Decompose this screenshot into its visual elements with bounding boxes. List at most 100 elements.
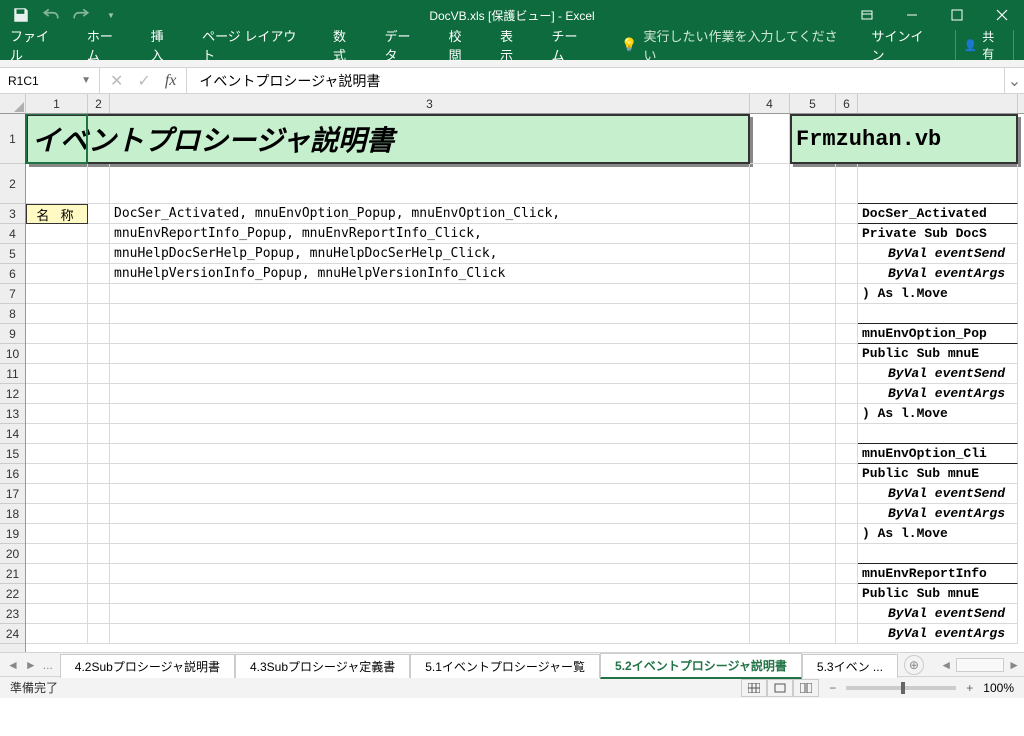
cell[interactable] [836,204,858,224]
close-button[interactable] [979,0,1024,30]
cell[interactable] [110,424,750,444]
cell[interactable] [26,324,88,344]
cell[interactable] [836,364,858,384]
cell[interactable] [110,564,750,584]
view-page-layout-icon[interactable] [767,679,793,697]
cell[interactable] [790,224,836,244]
cell-code[interactable]: ByVal eventArgs [858,624,1018,644]
zoom-level[interactable]: 100% [983,681,1014,695]
redo-icon[interactable] [72,6,90,24]
row-header[interactable]: 13 [0,404,25,424]
tab-insert[interactable]: 挿入 [151,26,176,64]
cell[interactable] [790,584,836,604]
cell[interactable] [88,564,110,584]
row-header[interactable]: 10 [0,344,25,364]
cell[interactable]: mnuEnvReportInfo_Popup, mnuEnvReportInfo… [110,224,750,244]
cell[interactable] [88,204,110,224]
cell[interactable] [750,404,790,424]
cells-area[interactable]: イベントプロシージャ説明書 Frmzuhan.vb 名 称 [26,114,1024,652]
cell[interactable] [858,424,1018,444]
sheet-tab[interactable]: 4.3Subプロシージャ定義書 [235,654,410,678]
cell[interactable] [790,504,836,524]
col-header[interactable]: 3 [110,94,750,113]
cell[interactable] [88,584,110,604]
sheet-nav-next-icon[interactable]: ► [24,658,38,672]
cell[interactable] [790,284,836,304]
cell[interactable] [750,304,790,324]
cell[interactable]: DocSer_Activated, mnuEnvOption_Popup, mn… [110,204,750,224]
cell[interactable] [836,384,858,404]
cell[interactable] [88,404,110,424]
cell[interactable] [750,464,790,484]
cell[interactable] [790,544,836,564]
row-header[interactable]: 18 [0,504,25,524]
cell[interactable] [750,164,790,204]
col-header[interactable] [858,94,1018,113]
cell[interactable] [790,424,836,444]
cell[interactable] [26,604,88,624]
cell[interactable] [110,324,750,344]
cell[interactable] [26,544,88,564]
col-header[interactable]: 4 [750,94,790,113]
cell[interactable] [750,564,790,584]
cancel-icon[interactable]: ✕ [110,71,123,91]
cell-code[interactable]: mnuEnvOption_Cli [858,444,1018,464]
select-all-cells[interactable] [0,94,26,114]
cell[interactable] [836,624,858,644]
cell[interactable] [110,344,750,364]
qat-dropdown-icon[interactable]: ▼ [102,6,120,24]
cell[interactable] [88,604,110,624]
row-header[interactable]: 2 [0,164,25,204]
cell[interactable] [790,624,836,644]
cell[interactable] [110,544,750,564]
cell[interactable] [790,244,836,264]
cell[interactable] [750,424,790,444]
cell[interactable] [750,204,790,224]
cell[interactable] [26,564,88,584]
cell[interactable] [750,244,790,264]
cell[interactable] [790,304,836,324]
cell[interactable] [790,204,836,224]
cell[interactable] [790,464,836,484]
cell[interactable] [836,484,858,504]
cell-code[interactable]: Public Sub mnuE [858,584,1018,604]
row-header[interactable]: 3 [0,204,25,224]
cell[interactable] [790,264,836,284]
cell[interactable] [790,384,836,404]
cell[interactable] [836,404,858,424]
cell[interactable] [750,624,790,644]
tab-view[interactable]: 表示 [500,26,525,64]
cell[interactable] [750,544,790,564]
row-header[interactable]: 5 [0,244,25,264]
row-header[interactable]: 1 [0,114,25,164]
chevron-down-icon[interactable]: ▼ [81,75,91,86]
cell[interactable] [836,304,858,324]
cell[interactable] [750,504,790,524]
zoom-out-icon[interactable]: − [829,681,836,695]
row-header[interactable]: 21 [0,564,25,584]
cell[interactable] [88,504,110,524]
signin-link[interactable]: サインイン [872,26,935,64]
cell[interactable] [750,324,790,344]
cell[interactable] [750,264,790,284]
add-sheet-button[interactable]: ⊕ [904,655,924,675]
cell[interactable] [110,524,750,544]
sheet-tab-active[interactable]: 5.2イベントプロシージャ説明書 [600,653,802,679]
cell[interactable] [750,224,790,244]
cell[interactable]: mnuHelpVersionInfo_Popup, mnuHelpVersion… [110,264,750,284]
cell[interactable] [790,404,836,424]
cell[interactable] [110,504,750,524]
cell[interactable] [26,264,88,284]
sheet-tab[interactable]: 4.2Subプロシージャ説明書 [60,654,235,678]
row-header[interactable]: 11 [0,364,25,384]
cell[interactable] [836,544,858,564]
tab-page-layout[interactable]: ページ レイアウト [202,26,307,64]
cell[interactable] [836,344,858,364]
cell-code[interactable]: ) As l.Move [858,524,1018,544]
cell[interactable] [836,264,858,284]
cell[interactable] [88,424,110,444]
cell[interactable] [110,584,750,604]
cell[interactable] [26,504,88,524]
cell[interactable] [790,604,836,624]
cell[interactable] [110,624,750,644]
